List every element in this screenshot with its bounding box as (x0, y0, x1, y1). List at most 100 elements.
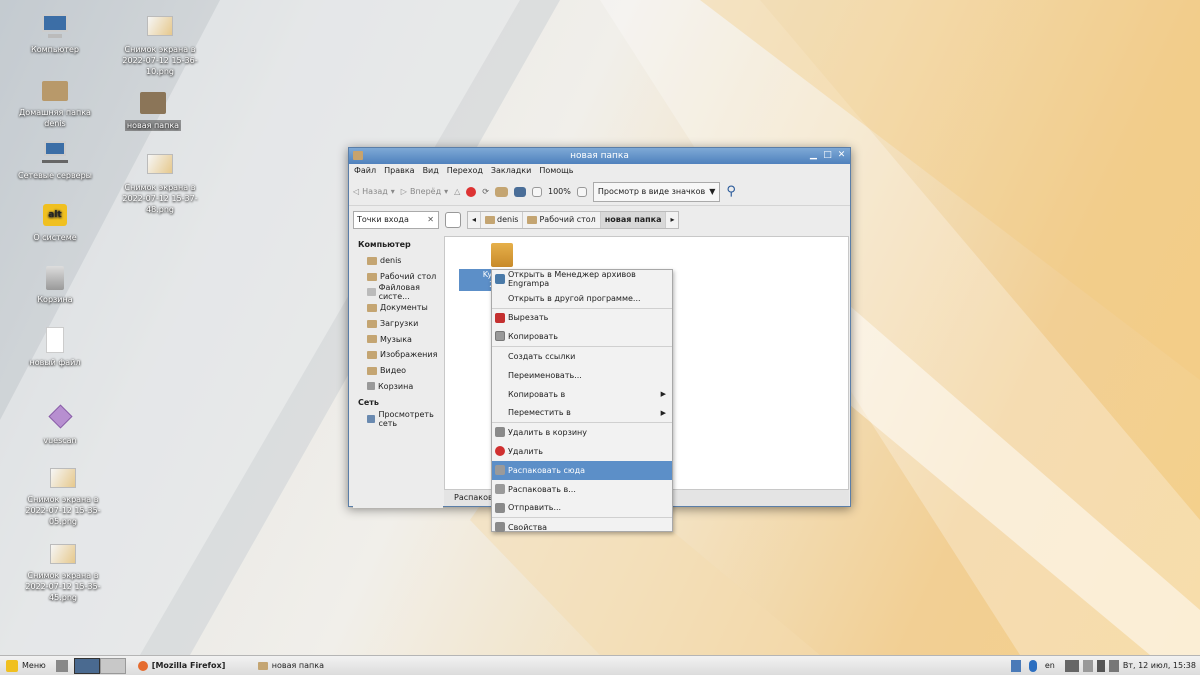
sidebar-item-browse-network[interactable]: Просмотреть сеть (353, 410, 443, 428)
sidebar-item-music[interactable]: Музыка (353, 331, 443, 347)
menu-item-extract-to[interactable]: Распаковать в... (492, 480, 672, 499)
menu-edit[interactable]: Правка (384, 164, 414, 178)
start-menu-button[interactable]: Меню (0, 657, 52, 675)
computer-icon (40, 12, 70, 42)
home-icon[interactable] (494, 186, 508, 197)
file-icon (40, 325, 70, 355)
menu-item-move-to-trash[interactable]: Удалить в корзину (492, 423, 672, 442)
keyboard-layout[interactable]: en (1045, 661, 1055, 670)
close-icon[interactable]: ✕ (836, 150, 847, 161)
zoom-in-icon[interactable] (576, 186, 587, 197)
volume-icon[interactable] (1108, 659, 1119, 672)
menu-go[interactable]: Переход (447, 164, 483, 178)
sidebar-item-downloads[interactable]: Загрузки (353, 316, 443, 332)
stop-icon[interactable] (466, 186, 477, 197)
menu-item-properties[interactable]: Свойства (492, 518, 672, 537)
maximize-icon[interactable]: □ (822, 150, 833, 161)
sidebar-item-videos[interactable]: Видео (353, 363, 443, 379)
home-folder-icon (40, 75, 70, 105)
folder-icon (367, 319, 377, 328)
sidebar-item-denis[interactable]: denis (353, 253, 443, 269)
menu-item-extract-here[interactable]: Распаковать сюда (492, 460, 672, 480)
desktop-icon-trash[interactable]: Корзина (10, 262, 100, 305)
forward-button[interactable]: ▷ Вперёд ▾ (401, 187, 448, 196)
properties-icon (495, 522, 505, 533)
desktop-icon-label: Компьютер (31, 45, 79, 54)
sidebar-item-filesystem[interactable]: Файловая систе... (353, 283, 443, 301)
submenu-arrow-icon: ▶ (660, 408, 666, 417)
reload-icon: ⟳ (482, 187, 489, 196)
about-system-icon: alt (40, 200, 70, 230)
view-mode-select[interactable]: Просмотр в виде значков ▼ (592, 181, 721, 202)
desktop-icon-screenshot-2[interactable]: Снимок экрана в 2022-07-12 15-35-45.png (18, 538, 108, 603)
delete-icon (495, 446, 505, 457)
sidebar-item-desktop[interactable]: Рабочий стол (353, 269, 443, 285)
crumb-new-folder[interactable]: новая папка (600, 212, 667, 228)
desktop-icon-label: Снимок экрана в 2022-07-12 15-35-45.png (25, 571, 101, 602)
image-file-icon (48, 538, 78, 568)
desktop-icon-new-folder[interactable]: новая папка (108, 88, 198, 131)
crumb-right-arrow[interactable]: ▸ (666, 212, 678, 228)
workspace-1[interactable] (73, 657, 100, 674)
edit-location-icon[interactable] (445, 212, 461, 228)
menu-view[interactable]: Вид (423, 164, 439, 178)
desktop-icon-label: Снимок экрана в 2022-07-12 15-35-05.png (25, 495, 101, 526)
crumb-left-arrow[interactable]: ◂ (468, 212, 482, 228)
taskbar: Меню [Mozilla Firefox] новая папка en Вт… (0, 655, 1200, 675)
folder-icon (367, 272, 377, 281)
workspace-2[interactable] (99, 657, 126, 674)
desktop-icon-computer[interactable]: Компьютер (10, 12, 100, 55)
printer-icon[interactable] (1064, 659, 1079, 672)
places-combo[interactable]: Точки входа ✕ (353, 211, 439, 229)
sidebar-item-pictures[interactable]: Изображения (353, 347, 443, 363)
menu-file[interactable]: Файл (354, 164, 376, 178)
network-tray-icon[interactable] (1010, 659, 1021, 672)
menu-item-move-to[interactable]: Переместить в ▶ (492, 404, 672, 423)
workspace-icon[interactable] (55, 659, 68, 672)
menu-item-create-link[interactable]: Создать ссылки (492, 347, 672, 366)
sidebar-item-trash[interactable]: Корзина (353, 379, 443, 395)
menu-item-rename[interactable]: Переименовать... (492, 366, 672, 385)
clock[interactable]: Вт, 12 июл, 15:38 (1123, 661, 1196, 670)
reload-button[interactable]: ⟳ (482, 187, 489, 196)
window-titlebar[interactable]: новая папка ▁ □ ✕ (349, 148, 850, 164)
minimize-icon[interactable]: ▁ (808, 150, 819, 161)
menu-item-copy-to[interactable]: Копировать в ▶ (492, 385, 672, 404)
back-button[interactable]: ◁ Назад ▾ (353, 187, 395, 196)
sidebar: Компьютер denis Рабочий стол Файловая си… (353, 236, 443, 508)
menu-item-open-engrampa[interactable]: Открыть в Менеджер архивов Engrampa (492, 270, 672, 289)
desktop-icon-new-file[interactable]: новый файл (10, 325, 100, 368)
desktop-icon-home[interactable]: Домашняя папка denis (10, 75, 100, 129)
crumb-denis[interactable]: denis (481, 212, 524, 228)
desktop-icon-screenshot-1[interactable]: Снимок экрана в 2022-07-12 15-35-05.png (18, 462, 108, 527)
desktop-icon-network[interactable]: Сетевые серверы (10, 138, 100, 181)
menu-item-send[interactable]: Отправить... (492, 499, 672, 518)
menu-bookmarks[interactable]: Закладки (491, 164, 531, 178)
clipboard-icon[interactable] (1082, 659, 1093, 672)
copy-icon (495, 331, 505, 342)
menu-item-copy[interactable]: Копировать (492, 327, 672, 346)
battery-icon[interactable] (1096, 659, 1105, 672)
taskbar-new-folder[interactable]: новая папка (252, 657, 372, 675)
sidebar-item-documents[interactable]: Документы (353, 300, 443, 316)
menu-help[interactable]: Помощь (539, 164, 573, 178)
sidebar-header-computer: Компьютер (358, 240, 411, 249)
arrow-left-icon: ◁ (353, 187, 360, 196)
desktop-icon-screenshot-3[interactable]: Снимок экрана в 2022-07-12 15-36-10.png (115, 12, 205, 77)
desktop-icon-screenshot-4[interactable]: Снимок экрана в 2022-07-12 15-37-48.png (115, 150, 205, 215)
desktop-icon-vuescan[interactable]: vuescan (15, 403, 105, 446)
menu-item-delete[interactable]: Удалить (492, 442, 672, 461)
search-icon[interactable]: ⚲ (726, 184, 736, 199)
toolbar: ◁ Назад ▾ ▷ Вперёд ▾ △ ⟳ 100% Просмотр в вид… (349, 178, 850, 206)
menu-item-open-other[interactable]: Открыть в другой программе... (492, 289, 672, 308)
menu-item-cut[interactable]: Вырезать (492, 309, 672, 328)
taskbar-firefox[interactable]: [Mozilla Firefox] (132, 657, 252, 675)
bluetooth-icon[interactable] (1028, 659, 1037, 672)
close-icon[interactable]: ✕ (427, 212, 434, 228)
up-button[interactable]: △ (454, 187, 460, 196)
desktop-icon-about[interactable]: alt О системе (10, 200, 100, 243)
crumb-desktop[interactable]: Рабочий стол (523, 212, 601, 228)
zoom-out-icon[interactable] (531, 186, 542, 197)
computer-icon[interactable] (513, 186, 526, 197)
chevron-down-icon: ▾ (390, 187, 395, 196)
